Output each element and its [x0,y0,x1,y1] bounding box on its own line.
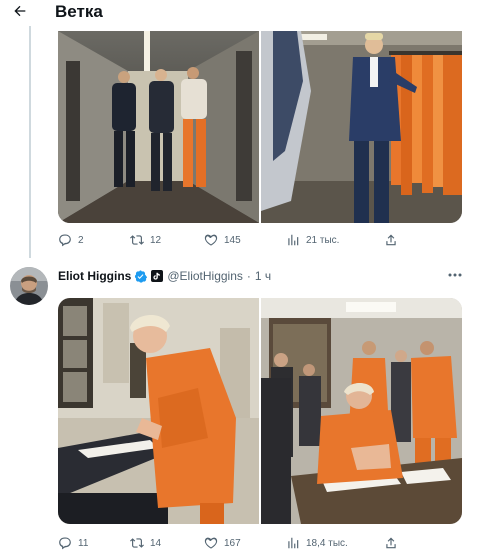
reply-icon [59,537,71,550]
like-button[interactable]: 145 [204,233,241,247]
tweet-timestamp[interactable]: 1 ч [255,269,271,283]
analytics-icon [288,234,299,246]
page-title: Ветка [55,2,103,21]
retweet-button[interactable]: 12 [130,233,161,247]
analytics-icon [288,537,299,549]
author-name[interactable]: Eliot Higgins [58,269,131,283]
reply-count: 11 [78,537,89,549]
tweet-author-row: Eliot Higgins @EliotHiggins · 1 ч [58,268,271,284]
verified-badge-icon[interactable] [134,269,148,283]
share-icon [386,234,396,246]
reply-icon [59,234,71,247]
reply-count: 2 [78,234,84,246]
retweet-icon [130,235,144,245]
back-button[interactable] [9,0,31,22]
affiliate-label-icon[interactable] [151,270,164,282]
media-image-prison-corridor[interactable] [58,31,259,223]
separator-dot: · [246,269,251,283]
author-handle[interactable]: @EliotHiggins [167,269,243,283]
media-image-clothing-rack[interactable] [261,31,462,223]
reply-button[interactable]: 2 [58,233,84,247]
media-image-signing-papers[interactable] [58,298,259,524]
like-count: 167 [224,537,241,549]
retweet-count: 14 [150,537,162,549]
retweet-icon [130,538,144,548]
heart-icon [204,234,218,246]
views-count: 21 тыс. [306,234,340,246]
arrow-left-icon [14,5,26,17]
share-button[interactable] [384,536,398,550]
tweet-media-grid [58,31,462,223]
like-count: 145 [224,234,241,246]
views-button[interactable]: 21 тыс. [286,233,339,247]
more-horizontal-icon [448,273,462,277]
heart-icon [204,537,218,549]
tweet-action-bar: 11 14 167 18,4 тыс. [58,536,462,554]
more-options-button[interactable] [446,268,464,282]
avatar[interactable] [10,267,48,305]
tweet-media-grid [58,298,462,524]
like-button[interactable]: 167 [204,536,241,550]
views-count: 18,4 тыс. [306,537,348,549]
tweet-action-bar: 2 12 145 21 тыс. [58,233,462,251]
media-image-group-of-prisoners[interactable] [261,298,462,524]
thread-header: Ветка [0,0,482,26]
share-button[interactable] [384,233,398,247]
reply-button[interactable]: 11 [58,536,88,550]
retweet-count: 12 [150,234,162,246]
retweet-button[interactable]: 14 [130,536,161,550]
share-icon [386,537,396,549]
views-button[interactable]: 18,4 тыс. [286,536,348,550]
thread-connector-line [29,26,31,258]
